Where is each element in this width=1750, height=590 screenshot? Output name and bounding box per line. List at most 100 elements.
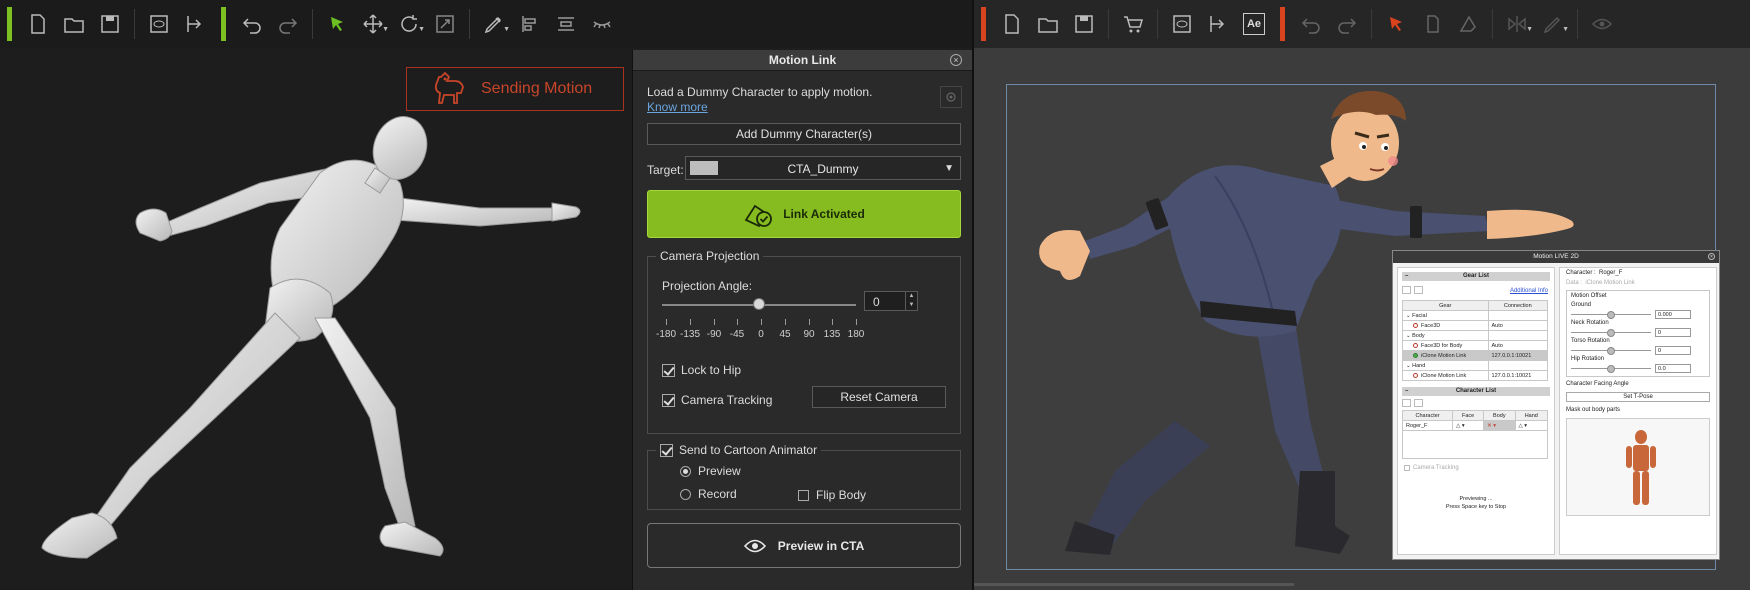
add-icon[interactable] bbox=[1402, 286, 1411, 294]
sending-motion-label: Sending Motion bbox=[481, 80, 593, 97]
table-row[interactable]: Roger_F △ ▾ ✕ ▾ △ ▾ bbox=[1401, 420, 1549, 431]
flip-body-checkbox[interactable]: Flip Body bbox=[798, 488, 866, 502]
scale-icon[interactable] bbox=[427, 6, 463, 42]
link-check-icon bbox=[744, 204, 773, 228]
open-folder-icon[interactable] bbox=[56, 6, 92, 42]
save-icon[interactable] bbox=[92, 6, 128, 42]
preview-icon[interactable] bbox=[141, 6, 177, 42]
body-cell[interactable]: ✕ ▾ bbox=[1483, 420, 1516, 431]
slider-ticks bbox=[666, 319, 857, 329]
neck-slider[interactable] bbox=[1571, 328, 1651, 337]
tick-label: -180 bbox=[655, 329, 677, 340]
add-icon[interactable] bbox=[1402, 399, 1411, 407]
add-dummy-button[interactable]: Add Dummy Character(s) bbox=[647, 123, 961, 145]
table-row[interactable]: iClone Motion Link 127.0.0.1:10021 bbox=[1402, 350, 1549, 361]
stage-scroll-bar[interactable] bbox=[974, 583, 1294, 586]
tick-label: -45 bbox=[729, 329, 745, 340]
gear-icon[interactable] bbox=[940, 86, 962, 108]
preview-in-cta-label: Preview in CTA bbox=[777, 538, 865, 553]
export-icon[interactable] bbox=[177, 6, 213, 42]
send-to-cta-legend[interactable]: Send to Cartoon Animator bbox=[656, 443, 822, 457]
gear-name: Facial bbox=[1412, 312, 1427, 319]
torso-input[interactable]: 0 bbox=[1655, 345, 1691, 355]
align-icon[interactable] bbox=[512, 6, 548, 42]
connection-cell[interactable] bbox=[1487, 310, 1549, 321]
status-press-space: Press Space key to Stop bbox=[1445, 504, 1507, 510]
table-row[interactable]: ⌄ Facial bbox=[1402, 310, 1549, 321]
know-more-link[interactable]: Know more bbox=[647, 100, 708, 114]
hip-slider[interactable] bbox=[1571, 364, 1651, 373]
iclone-toolbar: ▼ ▼ ▼ bbox=[0, 0, 972, 48]
character-list-header[interactable]: – Character List bbox=[1402, 387, 1550, 396]
preview-radio[interactable]: Preview bbox=[680, 464, 741, 478]
slider-thumb[interactable] bbox=[753, 298, 765, 310]
table-row[interactable]: Face3D for Body Auto bbox=[1402, 340, 1549, 351]
body-mask-preview[interactable] bbox=[1566, 418, 1710, 516]
gear-cell: iClone Motion Link bbox=[1402, 350, 1489, 361]
reset-camera-button[interactable]: Reset Camera bbox=[812, 386, 946, 408]
connection-cell[interactable] bbox=[1487, 330, 1549, 341]
link-activated-button[interactable]: Link Activated bbox=[647, 190, 961, 238]
spinner-arrows-icon[interactable]: ▲ ▼ bbox=[905, 292, 917, 310]
table-row[interactable]: Face3D Auto bbox=[1402, 320, 1549, 331]
gear-buttons bbox=[1402, 286, 1423, 294]
edit-motion-icon[interactable]: ▼ bbox=[476, 6, 512, 42]
lock-to-hip-checkbox[interactable]: Lock to Hip bbox=[662, 363, 741, 377]
connection-cell[interactable]: 127.0.0.1:10021 bbox=[1487, 370, 1549, 381]
eyelash-icon[interactable] bbox=[584, 6, 620, 42]
remove-icon[interactable] bbox=[1414, 399, 1423, 407]
iclone-viewport[interactable]: Sending Motion bbox=[0, 48, 632, 590]
hip-input[interactable]: 0.0 bbox=[1655, 363, 1691, 373]
projection-angle-slider[interactable] bbox=[662, 298, 856, 310]
hand-cell[interactable]: △ ▾ bbox=[1514, 420, 1549, 431]
table-row[interactable]: iClone Motion Link 127.0.0.1:10021 bbox=[1402, 370, 1549, 381]
gear-name: iClone Motion Link bbox=[1421, 372, 1467, 379]
redo-icon[interactable] bbox=[270, 6, 306, 42]
character-buttons bbox=[1402, 399, 1550, 407]
checkbox-icon bbox=[662, 363, 675, 377]
motion-offset-label: Motion Offset bbox=[1571, 293, 1607, 299]
gear-cell: ⌄ Body bbox=[1402, 330, 1489, 341]
distribute-icon[interactable] bbox=[548, 6, 584, 42]
neck-input[interactable]: 0 bbox=[1655, 327, 1691, 337]
eye-icon bbox=[743, 539, 766, 552]
record-radio[interactable]: Record bbox=[680, 487, 737, 501]
ground-slider[interactable] bbox=[1571, 310, 1651, 319]
camera-tracking-checkbox[interactable]: Camera Tracking bbox=[662, 393, 772, 407]
close-icon[interactable]: × bbox=[950, 54, 962, 66]
remove-icon[interactable] bbox=[1414, 286, 1423, 294]
connection-cell[interactable] bbox=[1487, 360, 1549, 371]
panel-titlebar: Motion Link × bbox=[633, 50, 972, 71]
additional-info-link[interactable]: Additional Info bbox=[1510, 288, 1554, 294]
connection-cell[interactable]: 127.0.0.1:10021 bbox=[1487, 350, 1549, 361]
ground-input[interactable]: 0.000 bbox=[1655, 309, 1691, 319]
new-file-icon[interactable] bbox=[20, 6, 56, 42]
gear-list-header[interactable]: – Gear List bbox=[1402, 272, 1550, 281]
camera-tracking-label: Camera Tracking bbox=[1413, 465, 1459, 471]
undo-icon[interactable] bbox=[234, 6, 270, 42]
mask-out-label: Mask out body parts bbox=[1566, 407, 1621, 413]
connection-cell[interactable]: Auto bbox=[1487, 320, 1549, 331]
face-cell[interactable]: △ ▾ bbox=[1452, 420, 1485, 431]
toolbar-accent bbox=[7, 7, 12, 41]
camera-tracking-checkbox[interactable]: Camera Tracking bbox=[1404, 465, 1548, 471]
table-row[interactable]: ⌄ Body bbox=[1402, 330, 1549, 341]
target-select[interactable]: CTA_Dummy ▼ bbox=[685, 156, 961, 180]
projection-angle-input[interactable]: 0 ▲ ▼ bbox=[864, 291, 918, 311]
load-dummy-text: Load a Dummy Character to apply motion. bbox=[647, 85, 873, 99]
move-icon[interactable]: ▼ bbox=[355, 6, 391, 42]
set-tpose-button[interactable]: Set T-Pose bbox=[1566, 392, 1710, 402]
preview-in-cta-button[interactable]: Preview in CTA bbox=[647, 523, 961, 568]
panel-title: Motion Link bbox=[768, 53, 837, 67]
rotate-icon[interactable]: ▼ bbox=[391, 6, 427, 42]
target-label: Target: bbox=[647, 163, 684, 177]
connection-cell[interactable]: Auto bbox=[1487, 340, 1549, 351]
select-arrow-icon[interactable] bbox=[319, 6, 355, 42]
gear-cell: iClone Motion Link bbox=[1402, 370, 1489, 381]
checkbox-icon[interactable] bbox=[660, 443, 673, 457]
ml2d-titlebar: Motion LIVE 2D × bbox=[1393, 251, 1719, 263]
close-icon[interactable]: × bbox=[1708, 253, 1715, 260]
gear-name: Hand bbox=[1412, 362, 1426, 369]
table-row[interactable]: ⌄ Hand bbox=[1402, 360, 1549, 371]
torso-slider[interactable] bbox=[1571, 346, 1651, 355]
